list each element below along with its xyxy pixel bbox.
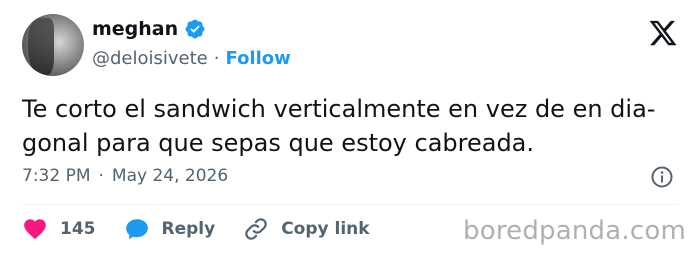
avatar[interactable]: [22, 14, 84, 76]
copy-link-label: Copy link: [281, 219, 370, 239]
verified-badge-icon: [185, 19, 205, 39]
divider: [22, 204, 678, 205]
link-icon: [245, 218, 267, 240]
action-bar: 145 Reply Copy link: [22, 214, 398, 244]
tweet-text: Te corto el sandwich verticalmente en ve…: [22, 92, 682, 160]
tweet-card: meghan @deloisivete · Follow Te corto el…: [0, 0, 700, 256]
watermark: boredpanda.com: [463, 216, 686, 246]
reply-label: Reply: [161, 219, 216, 239]
copy-link-button[interactable]: Copy link: [243, 216, 370, 242]
heart-icon: [24, 219, 46, 240]
meta-separator: ·: [98, 166, 104, 186]
tweet-date: May 24, 2026: [111, 166, 229, 186]
follow-button[interactable]: Follow: [226, 48, 291, 69]
info-icon[interactable]: [650, 165, 674, 189]
user-handle[interactable]: @deloisivete: [92, 48, 208, 69]
handle-separator: ·: [213, 48, 220, 69]
reply-button[interactable]: Reply: [124, 216, 216, 242]
display-name[interactable]: meghan: [92, 18, 178, 40]
like-button[interactable]: 145: [22, 216, 96, 242]
name-row: meghan: [92, 18, 206, 40]
tweet-time: 7:32 PM: [22, 166, 91, 186]
reply-bubble-icon: [125, 219, 148, 240]
tweet-text-line-2: gonal para que sepas que estoy cabreada.: [22, 129, 535, 157]
like-count: 145: [60, 219, 96, 239]
x-logo-icon[interactable]: [648, 18, 678, 48]
handle-row: @deloisivete · Follow: [92, 48, 291, 69]
tweet-timestamp[interactable]: 7:32 PM · May 24, 2026: [22, 166, 228, 186]
tweet-text-line-1: Te corto el sandwich verticalmente en ve…: [22, 95, 656, 123]
